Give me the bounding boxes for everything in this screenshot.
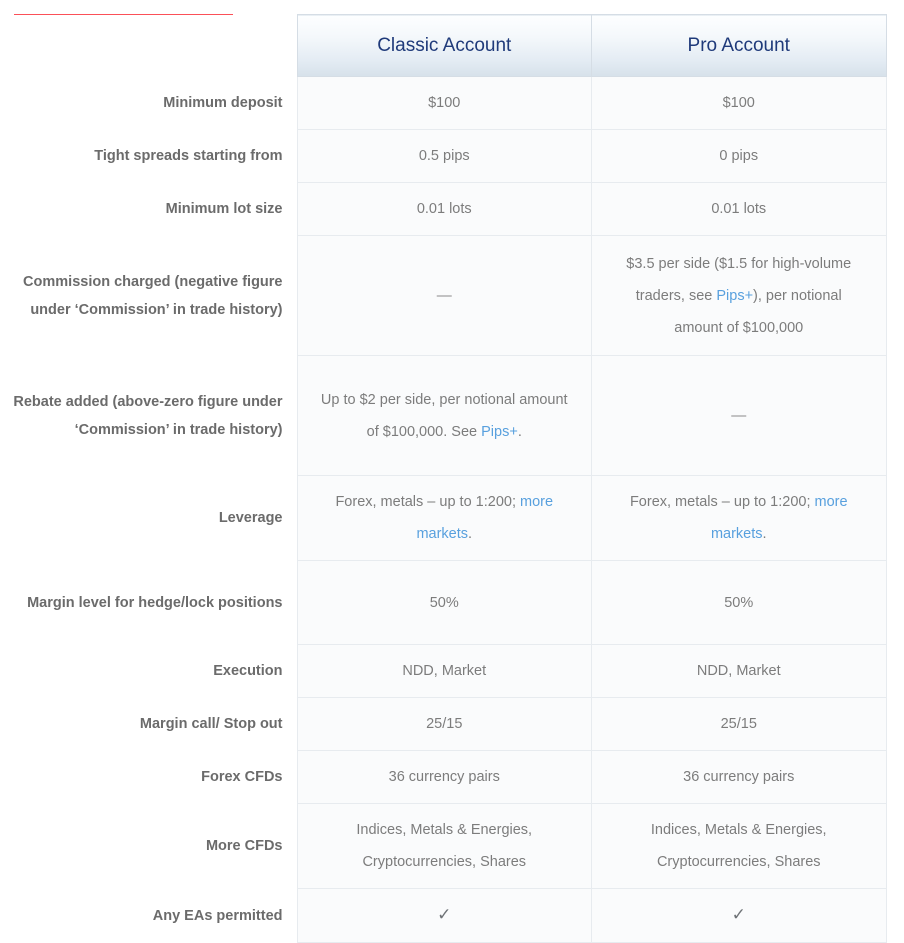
cell-classic-account: $100 [296, 76, 592, 130]
row-label: Minimum deposit [0, 76, 297, 130]
table-body: Minimum deposit $100 $100 Tight spreads sta… [0, 76, 887, 943]
cell-classic-account: — [296, 235, 592, 356]
classic-link[interactable]: more markets [416, 494, 553, 542]
pro-text: 0 pips [719, 148, 759, 164]
table-row: Rebate added (above-zero figure under ‘C… [0, 355, 887, 476]
cell-classic-account: ✓ [296, 888, 592, 943]
pro-text: — [731, 406, 747, 424]
header-pro-account: Pro Account [591, 14, 887, 77]
cell-classic-account: Forex, metals – up to 1:200; more market… [296, 475, 592, 561]
header-spacer-cell [0, 14, 297, 77]
row-label: Tight spreads starting from [0, 129, 297, 183]
table-row: Any EAs permitted ✓ ✓ [0, 888, 887, 943]
pro-text: $100 [722, 95, 755, 111]
row-label: Margin level for hedge/lock positions [0, 560, 297, 645]
table-row: Execution NDD, Market NDD, Market [0, 644, 887, 698]
table-row: More CFDs Indices, Metals & Energies, Cry… [0, 803, 887, 889]
row-label: More CFDs [0, 803, 297, 889]
table-row: Margin level for hedge/lock positions 50%… [0, 560, 887, 645]
cell-pro-account: 0 pips [591, 129, 887, 183]
classic-text: 25/15 [426, 716, 463, 732]
cell-classic-account: 25/15 [296, 697, 592, 751]
table-header: Classic Account Pro Account [0, 14, 887, 77]
row-label: Leverage [0, 475, 297, 561]
pro-link[interactable]: more markets [711, 494, 848, 542]
classic-text: 0.01 lots [416, 201, 472, 217]
cell-classic-account: 36 currency pairs [296, 750, 592, 804]
classic-text: — [436, 286, 452, 304]
classic-text: NDD, Market [402, 663, 487, 679]
cell-classic-account: 0.01 lots [296, 182, 592, 236]
row-label: Execution [0, 644, 297, 698]
cell-pro-account: ✓ [591, 888, 887, 943]
table-row: Minimum lot size 0.01 lots 0.01 lots [0, 182, 887, 236]
cell-pro-account: NDD, Market [591, 644, 887, 698]
table-row: Margin call/ Stop out 25/15 25/15 [0, 697, 887, 751]
table-row: Minimum deposit $100 $100 [0, 76, 887, 130]
cell-pro-account: 50% [591, 560, 887, 645]
pro-text: 36 currency pairs [683, 769, 795, 785]
classic-text: $100 [428, 95, 461, 111]
row-label: Margin call/ Stop out [0, 697, 297, 751]
classic-text: Indices, Metals & Energies, Cryptocurren… [356, 822, 533, 870]
pro-link[interactable]: Pips+ [716, 288, 753, 304]
cell-classic-account: Up to $2 per side, per notional amount o… [296, 355, 592, 476]
comparison-page: itigtrader.com Classic Account Pro Accou… [0, 0, 904, 943]
row-label: Rebate added (above-zero figure under ‘C… [0, 355, 297, 476]
cell-classic-account: NDD, Market [296, 644, 592, 698]
classic-text: 36 currency pairs [388, 769, 500, 785]
pro-text: 25/15 [720, 716, 757, 732]
cell-classic-account: 0.5 pips [296, 129, 592, 183]
row-label: Forex CFDs [0, 750, 297, 804]
table-row: Leverage Forex, metals – up to 1:200; mor… [0, 475, 887, 561]
cell-pro-account: 0.01 lots [591, 182, 887, 236]
pro-text: 50% [724, 594, 754, 611]
classic-text: ✓ [437, 905, 452, 924]
header-row: Classic Account Pro Account [0, 14, 887, 77]
cell-pro-account: Forex, metals – up to 1:200; more market… [591, 475, 887, 561]
cell-pro-account: Indices, Metals & Energies, Cryptocurren… [591, 803, 887, 889]
cell-pro-account: $100 [591, 76, 887, 130]
classic-text: 0.5 pips [418, 148, 470, 164]
table-row: Tight spreads starting from 0.5 pips 0 pip… [0, 129, 887, 183]
row-label: Commission charged (negative figure unde… [0, 235, 297, 356]
cell-classic-account: 50% [296, 560, 592, 645]
header-classic-account: Classic Account [296, 14, 592, 77]
row-label: Any EAs permitted [0, 888, 297, 943]
cell-pro-account: — [591, 355, 887, 476]
pro-text: NDD, Market [696, 663, 781, 679]
pro-text: ✓ [731, 905, 746, 924]
row-label: Minimum lot size [0, 182, 297, 236]
pro-text: Indices, Metals & Energies, Cryptocurren… [650, 822, 827, 870]
cell-classic-account: Indices, Metals & Energies, Cryptocurren… [296, 803, 592, 889]
cell-pro-account: 36 currency pairs [591, 750, 887, 804]
table-row: Forex CFDs 36 currency pairs 36 currency p… [0, 750, 887, 804]
cell-pro-account: $3.5 per side ($1.5 for high-volume trad… [591, 235, 887, 356]
classic-link[interactable]: Pips+ [481, 424, 518, 440]
cell-pro-account: 25/15 [591, 697, 887, 751]
account-comparison-table: Classic Account Pro Account Minimum depo… [0, 14, 887, 943]
table-row: Commission charged (negative figure unde… [0, 235, 887, 356]
pro-text: 0.01 lots [711, 201, 767, 217]
classic-text: 50% [429, 594, 459, 611]
